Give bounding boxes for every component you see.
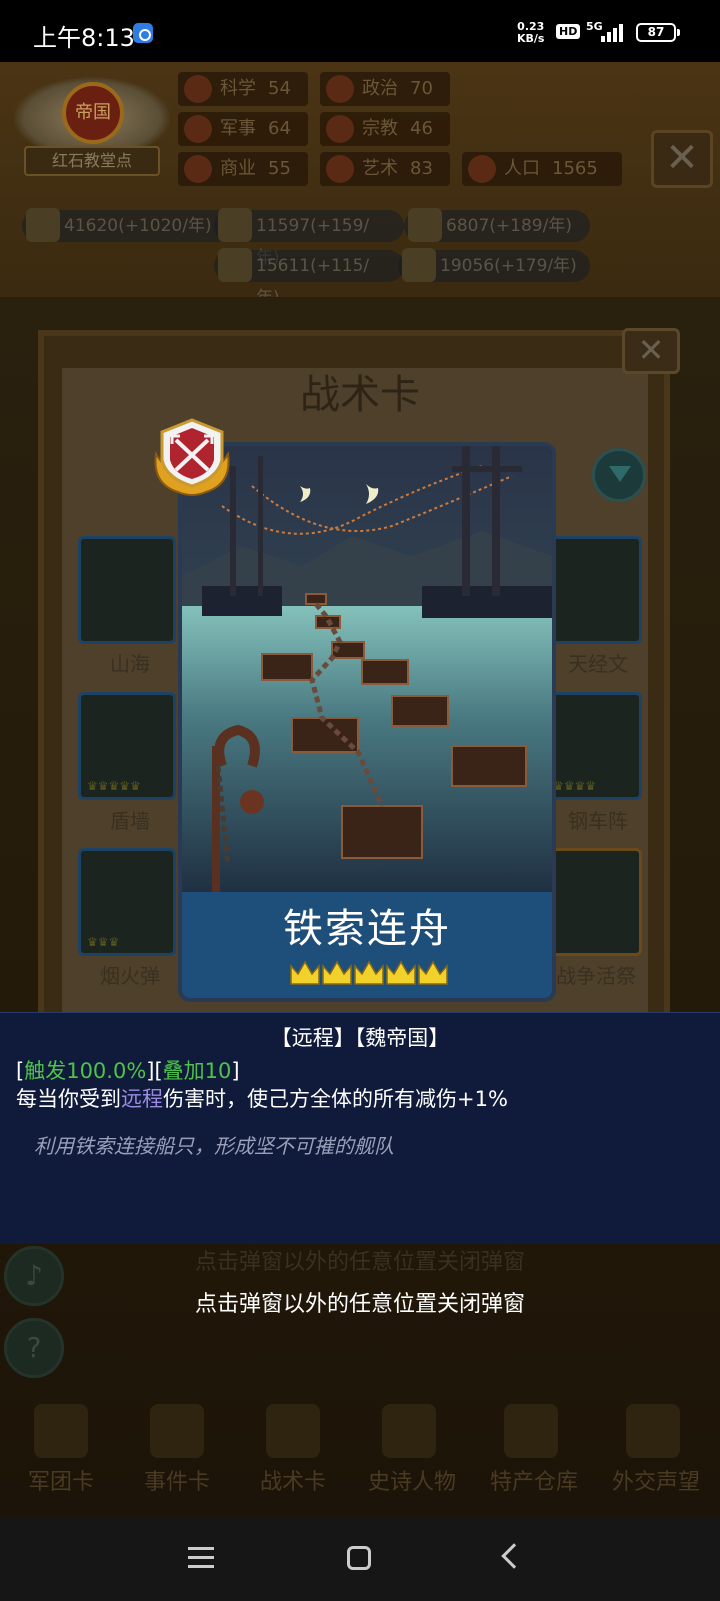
resource-meat[interactable]: 19056(+179/年) xyxy=(398,248,590,282)
empire-shield: 帝国 xyxy=(62,82,124,144)
stat-population[interactable]: 人口 1565 xyxy=(462,152,622,186)
bg-card[interactable] xyxy=(78,536,176,644)
bg-card-label: 山海 xyxy=(110,652,150,676)
stat-military[interactable]: 军事 64 xyxy=(178,112,308,146)
empire-emblem[interactable]: 帝国 红石教堂点 xyxy=(12,68,172,218)
filter-icon[interactable] xyxy=(592,448,646,502)
card-artwork xyxy=(182,446,552,896)
bg-card[interactable]: ♛♛♛ xyxy=(78,848,176,956)
science-icon xyxy=(184,75,212,103)
nav-epic-figures[interactable]: 史诗人物 xyxy=(354,1400,470,1500)
letter-icon xyxy=(626,1404,680,1458)
commerce-icon xyxy=(184,155,212,183)
panel-close-icon[interactable]: ✕ xyxy=(622,328,680,374)
bg-card-label: 盾墙 xyxy=(110,809,150,833)
crown-icon: ♛♛♛♛ xyxy=(553,779,597,793)
app-notification-icon xyxy=(133,23,153,43)
game-header: 帝国 红石教堂点 科学 54 政治 70 军事 64 宗教 46 商业 55 艺术 83 人… xyxy=(0,62,720,308)
religion-icon xyxy=(326,115,354,143)
bg-card[interactable]: ♛♛♛♛ xyxy=(544,692,642,800)
bg-card-label: 钢车阵 xyxy=(568,809,628,833)
resource-wood[interactable]: 11597(+159/年) xyxy=(214,208,404,268)
hd-icon: HD xyxy=(556,24,581,39)
card-trigger-line: [触发100.0%][叠加10] xyxy=(16,1059,240,1083)
stat-art[interactable]: 艺术 83 xyxy=(320,152,450,186)
gold-icon xyxy=(26,208,60,242)
nav-legion-cards[interactable]: 军团卡 xyxy=(6,1400,116,1500)
status-bar: 上午8:13 0.23 KB/s HD 5G 87 xyxy=(0,0,720,62)
close-hint-shadow: 点击弹窗以外的任意位置关闭弹窗 xyxy=(194,1250,525,1275)
wood-icon xyxy=(218,208,252,242)
recents-icon[interactable] xyxy=(188,1547,214,1569)
nav-event-cards[interactable]: 事件卡 xyxy=(122,1400,232,1500)
iron-icon xyxy=(408,208,442,242)
bottom-nav: 军团卡 事件卡 战术卡 史诗人物 特产仓库 外交声望 xyxy=(0,1400,720,1517)
nav-diplomacy[interactable]: 外交声望 xyxy=(598,1400,714,1500)
network-speed: 0.23 KB/s xyxy=(517,20,545,45)
close-hint: 点击弹窗以外的任意位置关闭弹窗 xyxy=(194,1292,525,1317)
shield-swords-icon xyxy=(266,1404,320,1458)
card-flavor-text: 利用铁索连接船只，形成坚不可摧的舰队 xyxy=(34,1134,394,1158)
crown-icon: ♛♛♛♛♛ xyxy=(87,779,141,793)
military-icon xyxy=(184,115,212,143)
art-icon xyxy=(326,155,354,183)
system-nav-bar xyxy=(0,1517,720,1601)
resource-stone[interactable]: 15611(+115/年) xyxy=(214,248,404,308)
card-tags: 【远程】【魏帝国】 xyxy=(270,1026,450,1050)
resource-iron[interactable]: 6807(+189/年) xyxy=(404,208,590,242)
stat-science[interactable]: 科学 54 xyxy=(178,72,308,106)
resource-gold[interactable]: 41620(+1020/年) xyxy=(22,208,242,242)
population-icon xyxy=(468,155,496,183)
back-icon[interactable] xyxy=(501,1543,527,1569)
close-icon[interactable]: ✕ xyxy=(651,130,713,188)
stone-icon xyxy=(218,248,252,282)
bg-card-label: 天经文 xyxy=(568,652,628,676)
stat-politics[interactable]: 政治 70 xyxy=(320,72,450,106)
help-icon[interactable]: ? xyxy=(4,1318,64,1378)
card-name: 铁索连舟 xyxy=(283,906,451,952)
chest-icon xyxy=(504,1404,558,1458)
politics-icon xyxy=(326,75,354,103)
helmet-icon xyxy=(34,1404,88,1458)
signal-icon xyxy=(601,22,627,42)
panel-title: 战术卡 xyxy=(300,372,420,418)
bg-card-label: 烟火弹 xyxy=(100,964,160,988)
crossed-arrows-icon xyxy=(154,418,230,496)
bg-card[interactable]: ♛♛♛♛♛ xyxy=(78,692,176,800)
scroll-icon xyxy=(150,1404,204,1458)
meat-icon xyxy=(402,248,436,282)
empire-name: 红石教堂点 xyxy=(24,146,160,176)
tactic-card[interactable]: 铁索连舟 xyxy=(178,442,556,1002)
home-icon[interactable] xyxy=(347,1546,371,1570)
stat-commerce[interactable]: 商业 55 xyxy=(178,152,308,186)
crown-icon: ♛♛♛ xyxy=(87,935,120,949)
status-time: 上午8:13 xyxy=(33,24,135,52)
card-rank-crowns xyxy=(290,960,448,985)
card-effect-text: 每当你受到远程伤害时，使己方全体的所有减伤+1% xyxy=(16,1087,508,1111)
stat-religion[interactable]: 宗教 46 xyxy=(320,112,450,146)
nav-specialty-warehouse[interactable]: 特产仓库 xyxy=(476,1400,592,1500)
battery-icon: 87 xyxy=(636,23,680,42)
bg-card[interactable] xyxy=(544,848,642,956)
nav-tactics-cards[interactable]: 战术卡 xyxy=(238,1400,348,1500)
bg-card[interactable] xyxy=(544,536,642,644)
crown-icon xyxy=(382,1404,436,1458)
